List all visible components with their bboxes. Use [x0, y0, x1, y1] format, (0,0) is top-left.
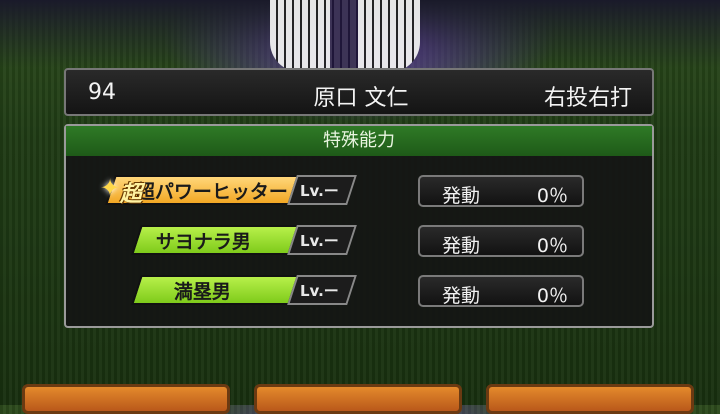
player-handedness: 右投右打 [543, 86, 632, 111]
ability-tag[interactable]: サヨナラ男 [131, 225, 305, 255]
ability-level: Lv.ー [300, 282, 339, 300]
activation-box: 発動 0％ [418, 175, 584, 207]
star-icon: ✦ [100, 174, 121, 202]
activation-value: 0％ [536, 235, 568, 257]
ability-row[interactable]: 満塁男 Lv.ー 発動 0％ [66, 272, 652, 308]
ability-row[interactable]: サヨナラ男 Lv.ー 発動 0％ [66, 222, 652, 258]
ability-row[interactable]: 超パワーヒッター ✦ 超 Lv.ー 発動 0％ [66, 172, 652, 208]
activation-box: 発動 0％ [418, 225, 584, 257]
ability-level: Lv.ー [300, 232, 339, 250]
bottom-button-center[interactable] [254, 384, 462, 414]
player-number: 94 [88, 80, 116, 105]
ability-tag[interactable]: 満塁男 [131, 275, 305, 305]
player-figure-shadow [330, 0, 358, 72]
activation-label: 発動 [442, 285, 481, 307]
super-badge: 超 [120, 182, 143, 207]
player-name: 原口 文仁 [313, 86, 409, 111]
player-info-bar: 94 原口 文仁 右投右打 [64, 68, 654, 116]
ability-name: サヨナラ男 [156, 230, 252, 253]
bottom-button-right[interactable] [486, 384, 694, 414]
activation-label: 発動 [442, 235, 481, 257]
activation-box: 発動 0％ [418, 275, 584, 307]
ability-name: 満塁男 [174, 280, 232, 303]
panel-title: 特殊能力 [66, 126, 652, 156]
bottom-button-left[interactable] [22, 384, 230, 414]
activation-value: 0％ [536, 185, 568, 207]
special-abilities-panel: 特殊能力 超パワーヒッター ✦ 超 Lv.ー 発動 0％ サヨナラ男 Lv.ー … [64, 124, 654, 328]
ability-level: Lv.ー [300, 182, 339, 200]
activation-value: 0％ [536, 285, 568, 307]
activation-label: 発動 [442, 185, 481, 207]
